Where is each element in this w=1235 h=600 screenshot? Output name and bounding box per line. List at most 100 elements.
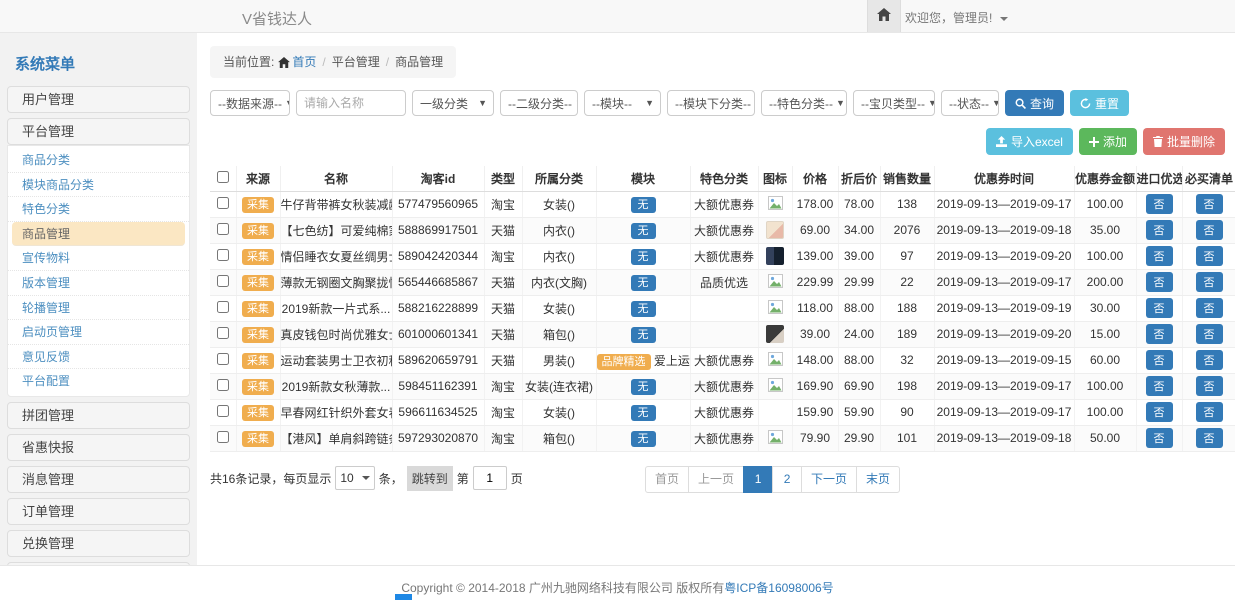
row-checkbox[interactable] <box>217 197 229 209</box>
row-checkbox[interactable] <box>217 353 229 365</box>
filter-select[interactable]: --模块下分类--▼ <box>667 90 755 116</box>
price: 79.90 <box>792 425 838 451</box>
sidebar-item[interactable]: 轮播管理 <box>8 296 189 321</box>
icp-link[interactable]: 粤ICP备16098006号 <box>724 581 833 595</box>
batch-delete-button[interactable]: 批量删除 <box>1143 128 1225 155</box>
row-checkbox[interactable] <box>217 223 229 235</box>
sidebar-item[interactable]: 模块商品分类 <box>8 173 189 198</box>
must-buy-toggle[interactable]: 否 <box>1196 246 1223 266</box>
row-checkbox[interactable] <box>217 301 229 313</box>
import-select-toggle[interactable]: 否 <box>1146 298 1173 318</box>
module-badge: 无 <box>631 275 656 291</box>
feature-category: 大额优惠券 <box>690 373 758 399</box>
must-buy-toggle[interactable]: 否 <box>1196 350 1223 370</box>
row-checkbox[interactable] <box>217 431 229 443</box>
product-icon <box>758 217 792 243</box>
row-checkbox[interactable] <box>217 327 229 339</box>
row-checkbox[interactable] <box>217 379 229 391</box>
coupon-time: 2019-09-13—2019-09-18 <box>934 217 1074 243</box>
sidebar-group-header[interactable]: 平台管理 <box>7 118 190 145</box>
home-button[interactable] <box>867 0 901 32</box>
search-button[interactable]: 查询 <box>1005 90 1064 116</box>
product-icon <box>758 347 792 373</box>
row-checkbox[interactable] <box>217 249 229 261</box>
must-buy-toggle[interactable]: 否 <box>1196 272 1223 292</box>
import-excel-button[interactable]: 导入excel <box>986 128 1073 155</box>
filter-select[interactable]: --特色分类--▼ <box>761 90 847 116</box>
filter-select[interactable]: --二级分类--▼ <box>500 90 578 116</box>
product-name: 运动套装男士卫衣初秋... <box>280 347 392 373</box>
sidebar-item[interactable]: 意见反馈 <box>8 345 189 370</box>
sidebar-item[interactable]: 启动页管理 <box>8 320 189 345</box>
filter-select[interactable]: --状态--▼ <box>941 90 999 116</box>
must-buy-toggle[interactable]: 否 <box>1196 194 1223 214</box>
sidebar-group-header[interactable]: 消息管理 <box>7 466 190 493</box>
price: 229.99 <box>792 269 838 295</box>
feature-category <box>690 321 758 347</box>
must-buy-toggle[interactable]: 否 <box>1196 402 1223 422</box>
table-row: 采集2019新款女秋薄款...598451162391淘宝女装(连衣裙)无大额优… <box>210 373 1235 399</box>
filter-select[interactable]: --模块--▼ <box>584 90 661 116</box>
import-select-toggle[interactable]: 否 <box>1146 194 1173 214</box>
feature-category: 大额优惠券 <box>690 347 758 373</box>
must-buy-toggle[interactable]: 否 <box>1196 376 1223 396</box>
breadcrumb: 当前位置:首页/平台管理/商品管理 <box>210 46 456 78</box>
add-button[interactable]: 添加 <box>1079 128 1137 155</box>
import-select-toggle[interactable]: 否 <box>1146 220 1173 240</box>
import-select-toggle[interactable]: 否 <box>1146 246 1173 266</box>
name-search-input[interactable] <box>296 90 406 116</box>
table-row: 采集【七色纺】可爱纯棉家...588869917501天猫内衣()无大额优惠券6… <box>210 217 1235 243</box>
filter-bar: --数据来源--▼ 一级分类▼--二级分类--▼--模块--▼--模块下分类--▼… <box>210 90 1225 116</box>
source-badge: 采集 <box>242 197 274 213</box>
must-buy-toggle[interactable]: 否 <box>1196 298 1223 318</box>
sidebar-group-header[interactable]: 用户管理 <box>7 86 190 113</box>
sidebar-group-header[interactable]: 订单管理 <box>7 498 190 525</box>
page-button[interactable]: 末页 <box>856 466 900 493</box>
page-button[interactable]: 1 <box>743 466 773 493</box>
import-select-toggle[interactable]: 否 <box>1146 350 1173 370</box>
column-header: 优惠券金额 <box>1074 166 1136 191</box>
filter-select[interactable]: 一级分类▼ <box>412 90 494 116</box>
page-button[interactable]: 2 <box>772 466 802 493</box>
per-page-select[interactable]: 10 <box>335 466 374 490</box>
import-select-toggle[interactable]: 否 <box>1146 376 1173 396</box>
sidebar-item[interactable]: 特色分类 <box>8 197 189 222</box>
sidebar-item[interactable]: 商品分类 <box>8 148 189 173</box>
discount-price: 69.90 <box>838 373 880 399</box>
must-buy-toggle[interactable]: 否 <box>1196 220 1223 240</box>
sidebar-group-header[interactable]: 兑换管理 <box>7 530 190 557</box>
page-number-input[interactable] <box>473 466 507 490</box>
feature-category: 大额优惠券 <box>690 217 758 243</box>
must-buy-toggle[interactable]: 否 <box>1196 324 1223 344</box>
must-buy-toggle[interactable]: 否 <box>1196 428 1223 448</box>
sidebar-column: 系统菜单 用户管理平台管理商品分类模块商品分类特色分类商品管理宣传物料版本管理轮… <box>0 33 197 565</box>
category: 内衣() <box>522 217 596 243</box>
sidebar-item[interactable]: 版本管理 <box>8 271 189 296</box>
import-select-toggle[interactable]: 否 <box>1146 402 1173 422</box>
table-row: 采集情侣睡衣女夏丝绸男士...589042420344淘宝内衣()无大额优惠券1… <box>210 243 1235 269</box>
platform-type: 天猫 <box>484 321 522 347</box>
discount-price: 78.00 <box>838 191 880 217</box>
filter-select[interactable]: --宝贝类型--▼ <box>853 90 935 116</box>
page-button[interactable]: 下一页 <box>801 466 857 493</box>
row-checkbox[interactable] <box>217 405 229 417</box>
filter-select[interactable]: --数据来源--▼ <box>210 90 290 116</box>
category: 内衣() <box>522 243 596 269</box>
jump-button[interactable]: 跳转到 <box>407 466 453 491</box>
row-checkbox[interactable] <box>217 275 229 287</box>
user-menu[interactable]: 欢迎您，管理员! <box>905 9 1008 26</box>
select-all-checkbox[interactable] <box>217 171 229 183</box>
source-badge: 采集 <box>242 327 274 343</box>
breadcrumb-home-link[interactable]: 首页 <box>292 55 316 69</box>
sidebar-item[interactable]: 宣传物料 <box>8 246 189 271</box>
sales-count: 189 <box>880 321 934 347</box>
sidebar-group-header[interactable]: 拼团管理 <box>7 402 190 429</box>
import-select-toggle[interactable]: 否 <box>1146 428 1173 448</box>
table-header-row: 来源名称淘客id类型所属分类模块特色分类图标价格折后价销售数量优惠券时间优惠券金… <box>210 166 1235 191</box>
sidebar-group-header[interactable]: 省惠快报 <box>7 434 190 461</box>
import-select-toggle[interactable]: 否 <box>1146 324 1173 344</box>
sidebar-item[interactable]: 平台配置 <box>8 369 189 394</box>
import-select-toggle[interactable]: 否 <box>1146 272 1173 292</box>
reset-button[interactable]: 重置 <box>1070 90 1129 116</box>
sidebar-item[interactable]: 商品管理 <box>12 222 185 247</box>
